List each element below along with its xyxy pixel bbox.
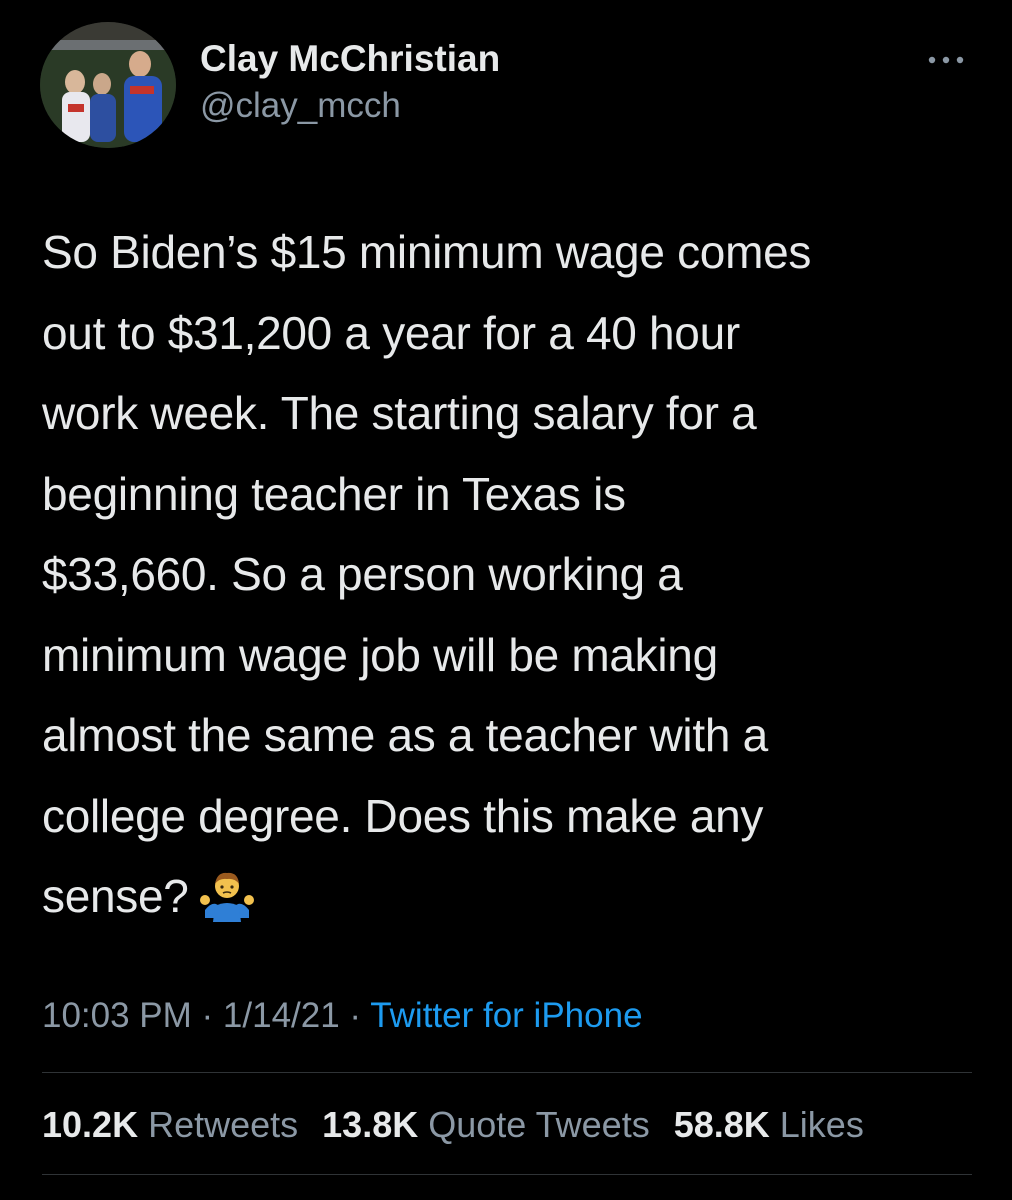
tweet-text: So Biden’s $15 minimum wage comes out to… bbox=[42, 212, 982, 937]
tweet-stats: 10.2K Retweets 13.8K Quote Tweets 58.8K Likes bbox=[42, 1104, 888, 1146]
tweet-line: sense? bbox=[42, 870, 189, 922]
tweet-line: work week. The starting salary for a bbox=[42, 387, 757, 439]
likes-count: 58.8K bbox=[673, 1104, 770, 1145]
tweet-meta: 10:03 PM · 1/14/21 · Twitter for iPhone bbox=[42, 996, 643, 1036]
meta-separator: · bbox=[339, 996, 371, 1035]
retweets-stat[interactable]: 10.2K Retweets bbox=[42, 1104, 322, 1145]
quote-tweets-stat[interactable]: 13.8K Quote Tweets bbox=[322, 1104, 674, 1145]
avatar[interactable] bbox=[40, 22, 176, 148]
display-name[interactable]: Clay McChristian bbox=[200, 38, 500, 80]
tweet-line: almost the same as a teacher with a bbox=[42, 709, 768, 761]
tweet-line: minimum wage job will be making bbox=[42, 628, 718, 681]
man-shrugging-icon bbox=[199, 866, 255, 922]
quote-tweets-count: 13.8K bbox=[322, 1104, 419, 1145]
more-options-icon[interactable] bbox=[924, 46, 968, 74]
avatar-photo bbox=[40, 22, 176, 148]
user-handle[interactable]: @clay_mcch bbox=[200, 86, 401, 126]
tweet-date[interactable]: 1/14/21 bbox=[223, 996, 340, 1035]
likes-stat[interactable]: 58.8K Likes bbox=[674, 1104, 888, 1145]
tweet-line: $33,660. So a person working a bbox=[42, 548, 683, 600]
retweets-count: 10.2K bbox=[42, 1104, 139, 1145]
tweet-line: So Biden’s $15 minimum wage comes bbox=[42, 226, 812, 278]
meta-separator: · bbox=[191, 996, 223, 1035]
tweet-line: beginning teacher in Texas is bbox=[42, 467, 626, 520]
retweets-label: Retweets bbox=[148, 1104, 299, 1145]
quote-tweets-label: Quote Tweets bbox=[428, 1104, 650, 1145]
divider bbox=[42, 1174, 972, 1175]
tweet-last-line: sense? bbox=[42, 856, 982, 937]
divider bbox=[42, 1072, 972, 1073]
likes-label: Likes bbox=[779, 1104, 864, 1145]
tweet-line: out to $31,200 a year for a 40 hour bbox=[42, 306, 740, 359]
tweet-time[interactable]: 10:03 PM bbox=[42, 996, 192, 1035]
tweet-line: college degree. Does this make any bbox=[42, 789, 764, 842]
tweet-source-link[interactable]: Twitter for iPhone bbox=[370, 996, 642, 1035]
